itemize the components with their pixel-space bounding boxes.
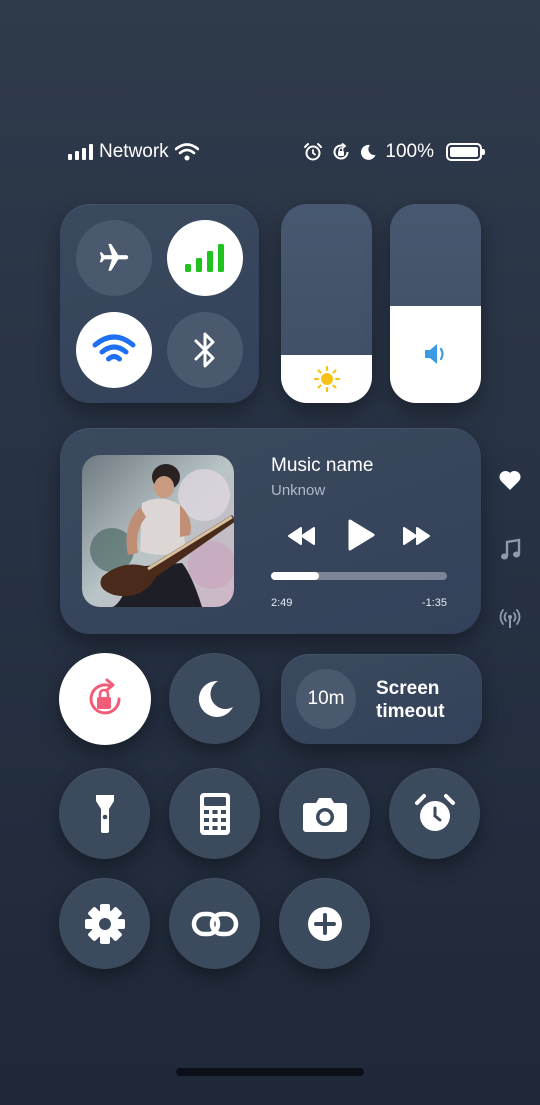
cellular-data-icon — [185, 244, 224, 272]
timeout-label-line1: Screen — [376, 678, 440, 699]
remaining-time: -1:35 — [421, 597, 447, 609]
rotation-lock-toggle-icon — [89, 678, 121, 715]
timeout-value: 10m — [307, 688, 345, 709]
home-indicator[interactable] — [176, 1068, 364, 1076]
wifi-icon — [174, 143, 199, 161]
status-right: 100% — [303, 135, 485, 169]
link-button[interactable] — [169, 878, 260, 969]
bluetooth-button[interactable] — [167, 312, 243, 388]
elapsed-time: 2:49 — [271, 597, 293, 609]
network-label: Network — [99, 141, 169, 162]
broadcast-icon — [499, 609, 521, 628]
brightness-slider[interactable] — [281, 204, 372, 403]
screen-timeout-button[interactable]: 10m Screen timeout — [281, 654, 482, 744]
volume-slider[interactable] — [390, 204, 481, 403]
camera-button[interactable] — [279, 768, 370, 859]
speaker-icon — [424, 344, 444, 365]
alarm-clock-button[interactable] — [389, 768, 480, 859]
cellular-signal-icon — [68, 144, 93, 160]
wifi-toggle-icon — [92, 334, 136, 362]
link-icon — [191, 911, 238, 936]
battery-percent: 100% — [385, 141, 434, 162]
rewind-icon[interactable] — [287, 526, 317, 546]
track-title: Music name — [271, 455, 374, 476]
rotation-lock-button[interactable] — [59, 653, 151, 745]
music-note-icon — [501, 538, 521, 560]
fast-forward-icon[interactable] — [401, 526, 431, 546]
add-icon — [307, 906, 342, 941]
wifi-button[interactable] — [76, 312, 152, 388]
progress-track[interactable] — [271, 572, 447, 580]
connectivity-panel — [60, 204, 259, 403]
play-icon[interactable] — [346, 518, 376, 552]
progress-fill — [271, 572, 319, 580]
moon-icon — [361, 144, 376, 160]
calculator-icon — [199, 792, 230, 835]
music-note-button[interactable] — [497, 537, 523, 563]
favorite-button[interactable] — [497, 467, 523, 493]
track-artist: Unknow — [271, 482, 326, 499]
calculator-button[interactable] — [169, 768, 260, 859]
broadcast-button[interactable] — [497, 606, 523, 632]
album-art[interactable] — [82, 455, 234, 607]
flashlight-icon — [95, 794, 114, 833]
alarm-clock-icon — [414, 793, 455, 831]
cellular-data-button[interactable] — [167, 220, 243, 296]
battery-icon — [446, 143, 485, 161]
moon-icon — [198, 680, 233, 717]
status-bar: Network 100% — [0, 135, 540, 169]
timeout-label-line2: timeout — [376, 701, 445, 722]
rotation-lock-icon — [333, 142, 349, 160]
sun-icon — [313, 366, 340, 393]
volume-level — [390, 305, 481, 403]
add-shortcut-button[interactable] — [279, 878, 370, 969]
do-not-disturb-button[interactable] — [169, 653, 260, 744]
bluetooth-icon — [194, 332, 215, 368]
settings-button[interactable] — [59, 878, 150, 969]
settings-icon — [84, 903, 125, 944]
timeout-value-badge: 10m — [296, 669, 356, 729]
brightness-level — [281, 355, 372, 403]
flashlight-button[interactable] — [59, 768, 150, 859]
alarm-icon — [304, 143, 323, 161]
timeout-label: Screen timeout — [376, 677, 445, 723]
camera-icon — [302, 797, 347, 832]
heart-icon — [499, 470, 521, 490]
airplane-mode-button[interactable] — [76, 220, 152, 296]
airplane-icon — [99, 243, 129, 271]
status-left: Network — [68, 135, 199, 169]
